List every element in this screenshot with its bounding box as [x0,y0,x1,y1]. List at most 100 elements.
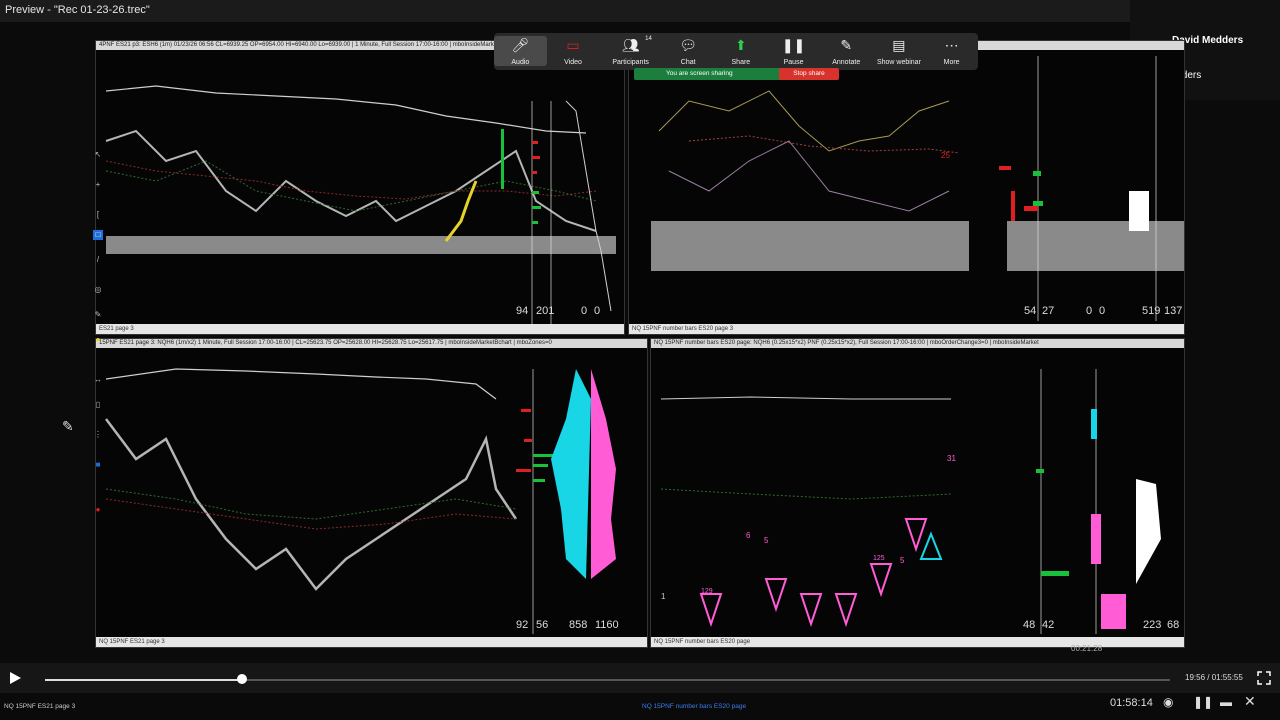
candle-trace [105,418,518,591]
readout-b: 56 [536,619,549,631]
target-icon[interactable]: ◎ [93,285,103,295]
pnf-chart-svg [660,369,1161,634]
chart-status-bar: NQ 15PNF ES21 page 3 [96,637,647,647]
pnf-label-6: 6 [746,531,751,540]
camera-icon[interactable]: ◉ [1163,695,1173,709]
minimize-icon[interactable]: ▬ [1220,695,1232,709]
play-button[interactable] [7,670,23,686]
magenta-block [1091,514,1101,564]
candle-trace [105,129,597,232]
pause-recording-icon[interactable]: ❚❚ [1193,695,1213,709]
red-marker [999,166,1011,170]
pnf-line-purple [668,140,950,212]
stop-share-button[interactable]: Stop share [779,68,839,80]
dom-bars [532,141,541,224]
white-profile [1129,191,1149,231]
chart-status-bar: NQ 15PNF number bars ES20 page [651,637,1184,647]
screen-sharing-banner: You are screen sharing Stop share [634,68,839,80]
window-titlebar: Preview - "Rec 01-23-26.trec" [0,0,1280,22]
pause-icon: ❚❚ [781,37,806,53]
cyan-block [1091,409,1097,439]
video-button[interactable]: ▭ Video [547,36,600,66]
more-icon: ⋯ [944,37,959,53]
video-label: Video [564,59,582,66]
readout-d: 1160 [595,619,619,631]
chart-status-bar: ES21 page 3 [96,324,624,334]
pnf-level-line [660,396,951,400]
pen-cursor-icon: ✎ [62,418,74,434]
more-tools-icon[interactable]: ⋮ [93,430,103,440]
readout-e: 519 [1142,305,1161,317]
price-chart-svg [105,368,616,634]
ma-red [105,498,517,530]
chart-panel-nq-pnf[interactable]: NQ 15PNF number bars ES20 page: NQH6 (0.… [650,338,1185,648]
bottom-tab-right[interactable]: NQ 15PNF number bars ES20 page [642,703,746,710]
play-icon [10,672,21,684]
measure-icon[interactable]: ↔ [93,375,103,385]
chat-label: Chat [680,59,696,66]
color-icon[interactable]: ■ [93,460,103,470]
pnf-chart-svg [651,56,1184,321]
dom-bars [516,409,553,482]
meeting-toolbar: 🎤︎ Audio ▭ Video 👥︎ Participants 14 💬︎ C… [494,33,978,70]
readout-c: 223 [1143,619,1162,631]
chat-button[interactable]: 💬︎ Chat [662,36,715,66]
microphone-icon: 🎤︎ [511,37,530,53]
pointer-icon[interactable]: ↖ [93,150,103,160]
progress-fill [45,679,242,681]
chart-panel-es-minute[interactable]: 4PNF ES21 p3: ESH6 (1m) 01/23/26 06:56 C… [95,40,625,335]
pnf-label-5: 5 [900,556,905,565]
player-time: 19:56 / 01:55:55 [1185,673,1243,682]
share-button[interactable]: ⬆ Share [715,36,768,66]
select-icon[interactable]: □ [93,230,103,240]
close-icon[interactable]: ✕ [1244,693,1256,710]
readout-a: 48 [1023,619,1036,631]
annotate-button[interactable]: ✎ Annotate [820,36,873,66]
red-bar [1011,191,1015,221]
readout-d: 0 [1099,305,1106,317]
chart-panel-es-pnf[interactable]: NQ 15PNF number bars ES20 page | ESH6 | … [628,40,1185,335]
highlight-icon[interactable]: ● [93,335,103,345]
green-dom-2 [1033,201,1043,206]
green-dom [1041,571,1069,576]
vwap-line [105,85,587,134]
share-label: Share [731,59,751,66]
chart-status-bar: NQ 15PNF number bars ES20 page 3 [629,324,1184,334]
audio-button[interactable]: 🎤︎ Audio [494,36,547,66]
window-title: Preview - "Rec 01-23-26.trec" [5,4,150,16]
readout-b: 27 [1042,305,1055,317]
readout-c: 0 [1086,305,1093,317]
down-triangle-5 [869,563,893,598]
participants-button[interactable]: 👥︎ Participants 14 [599,36,661,66]
cross-icon[interactable]: + [93,180,103,190]
bracket-icon[interactable]: [ [93,210,103,220]
pause-share-button[interactable]: ❚❚ Pause [767,36,820,66]
pen-icon[interactable]: ✎ [93,310,103,320]
pnf-label-125: 125 [873,555,885,562]
fullscreen-button[interactable] [1256,670,1272,686]
readout-f: 137 [1164,305,1183,317]
ma-green [660,488,952,500]
recorder-mini-time: 00:21:28 [1071,644,1103,653]
down-triangle-2 [764,578,788,613]
more-button[interactable]: ⋯ More [925,36,978,66]
cyan-profile [551,369,591,579]
readout-c: 0 [581,305,588,317]
down-triangle-4 [834,593,858,628]
vwap-line [105,368,497,400]
bottom-tab-left[interactable]: NQ 15PNF ES21 page 3 [4,703,75,710]
progress-knob[interactable] [236,674,247,684]
stop-record-icon[interactable]: ● [93,505,103,515]
pnf-band [651,221,969,271]
annotate-label: Annotate [832,59,861,66]
magenta-block-2 [1101,594,1126,629]
down-triangle-3 [799,593,823,628]
pnf-label-5b: 5 [764,536,769,545]
show-webinar-button[interactable]: ▤ Show webinar [873,36,926,66]
video-camera-off-icon: ▭ [566,37,580,53]
red-dom [1024,206,1038,211]
line-tool-icon[interactable]: / [93,255,103,265]
trash-icon[interactable]: ▯ [93,400,103,410]
drawing-toolbar: ↖ + [ □ / ◎ ✎ ● ↔ ▯ ⋮ ■ ● [92,150,104,530]
chart-panel-nq-minute[interactable]: 15PNF ES21 page 3: NQH6 (1m/x2) 1 Minute… [95,338,648,648]
